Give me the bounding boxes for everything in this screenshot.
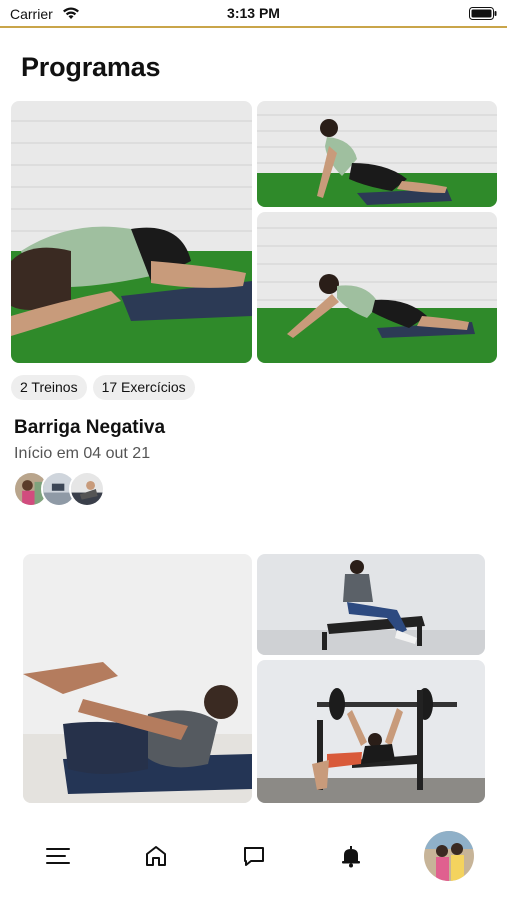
menu-button[interactable]: [40, 838, 76, 874]
menu-icon: [46, 848, 70, 864]
home-icon: [146, 846, 166, 866]
notifications-tab[interactable]: [333, 838, 369, 874]
bell-icon: [342, 846, 360, 868]
page-title: Programas: [21, 52, 161, 82]
stretch-sitting-photo[interactable]: [257, 101, 497, 207]
status-bar: Carrier 3:13 PM: [0, 0, 507, 28]
home-tab[interactable]: [138, 838, 174, 874]
program-start-date: Início em 04 out 21: [14, 445, 151, 462]
stretch-reach-photo[interactable]: [257, 212, 497, 363]
bench-seated-photo[interactable]: [257, 554, 485, 655]
participant-avatars: [13, 471, 113, 507]
chat-tab[interactable]: [236, 838, 272, 874]
clock: 3:13 PM: [227, 5, 280, 21]
program-stats: 2 Treinos 17 Exercícios: [11, 375, 195, 400]
chat-icon: [244, 847, 264, 866]
tab-bar: [0, 812, 507, 900]
battery-icon: [469, 7, 497, 20]
program-name[interactable]: Barriga Negativa: [14, 417, 165, 439]
workouts-count-chip: 2 Treinos: [11, 375, 87, 400]
bench-press-photo[interactable]: [257, 660, 485, 803]
stretch-child-pose-photo[interactable]: [11, 101, 252, 363]
profile-avatar[interactable]: [424, 831, 474, 881]
exercises-count-chip: 17 Exercícios: [92, 375, 195, 400]
crunch-photo[interactable]: [23, 554, 252, 803]
participant-avatar: [69, 471, 105, 507]
